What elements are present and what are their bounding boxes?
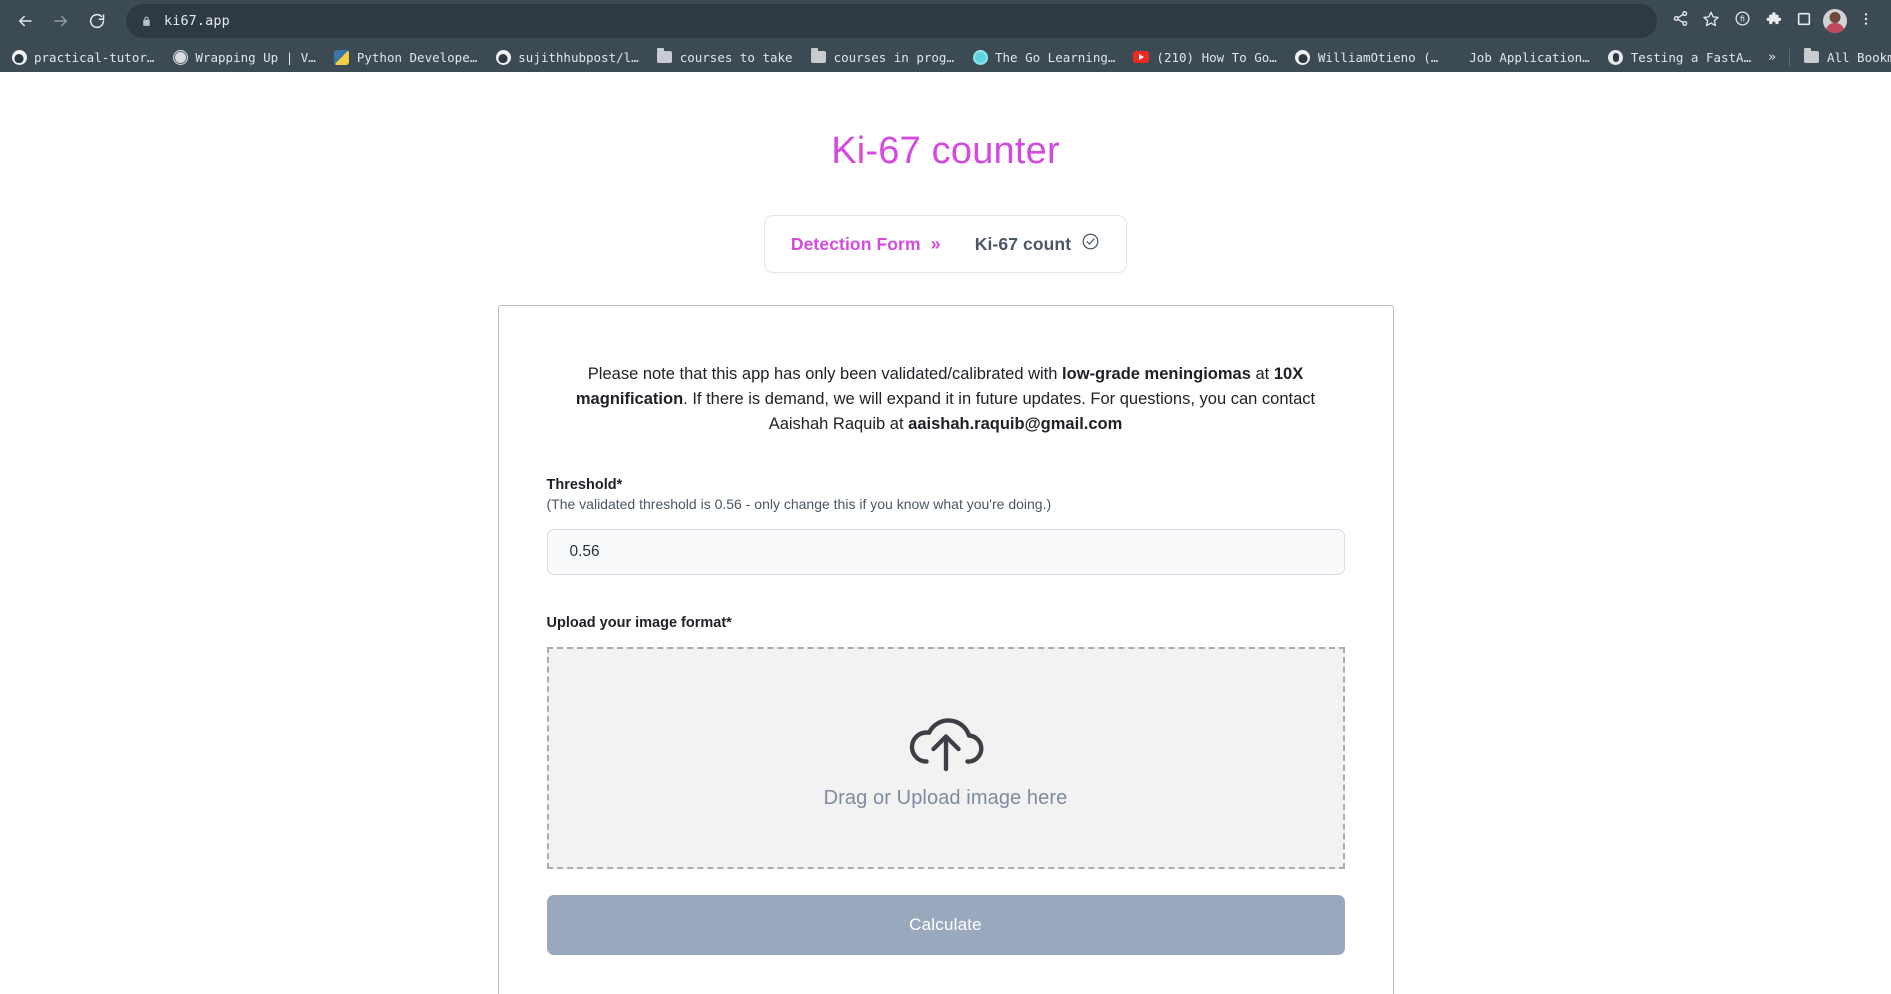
detection-form-card: Please note that this app has only been … (497, 305, 1394, 994)
profile-avatar-icon (1823, 9, 1847, 33)
forward-arrow-icon (52, 12, 70, 30)
tab-detection-form-label: Detection Form (790, 233, 921, 254)
lock-icon (140, 15, 153, 28)
bookmark-star-icon (1702, 10, 1720, 33)
dropzone-text: Drag or Upload image here (823, 787, 1068, 810)
chrome-menu-button[interactable] (1851, 6, 1881, 36)
tabs-container: Detection Form » Ki-67 count (0, 215, 1891, 273)
youtube-icon (1133, 49, 1150, 65)
browser-toolbar: ki67.app fi (0, 0, 1891, 42)
reload-icon (88, 12, 106, 30)
bookmark-item[interactable]: courses in prog… (802, 46, 963, 68)
go-icon (972, 49, 988, 65)
forward-button[interactable] (44, 4, 78, 38)
validation-notice: Please note that this app has only been … (566, 362, 1326, 437)
bookmark-item[interactable]: Job Application… (1447, 47, 1598, 68)
bookmark-item[interactable]: Python Develope… (325, 46, 486, 68)
browser-chrome: ki67.app fi practical-tutor… Wrapping Up… (0, 0, 1891, 72)
profile-button[interactable] (1820, 6, 1850, 36)
bookmark-label: Wrapping Up | V… (195, 49, 316, 65)
globe-icon (172, 49, 188, 65)
bookmark-label: Job Application… (1469, 49, 1590, 65)
bookmark-item[interactable]: practical-tutor… (2, 46, 163, 68)
all-bookmarks-label: All Bookmarks (1826, 49, 1891, 65)
bookmark-item[interactable]: courses to take (648, 46, 802, 68)
bookmark-item[interactable]: (210) How To Go… (1124, 46, 1285, 68)
bookmark-label: The Go Learning… (995, 49, 1116, 65)
notice-bold-3: aaishah.raquib@gmail.com (908, 415, 1123, 434)
address-bar[interactable]: ki67.app (126, 4, 1657, 38)
tab-detection-form[interactable]: Detection Form » (791, 234, 941, 255)
github-icon (11, 49, 27, 65)
extensions-puzzle-icon (1765, 10, 1782, 32)
all-bookmarks-button[interactable]: All Bookmarks (1795, 46, 1891, 68)
toolbar-actions: fi (1665, 6, 1883, 36)
bookmark-item[interactable]: Testing a FastA… (1599, 46, 1760, 68)
calculate-button[interactable]: Calculate (546, 895, 1345, 956)
extensions-button[interactable] (1758, 6, 1788, 36)
image-dropzone[interactable]: Drag or Upload image here (546, 647, 1345, 870)
bookmark-label: courses to take (679, 49, 793, 65)
tabs-pill: Detection Form » Ki-67 count (763, 215, 1128, 273)
threshold-hint: (The validated threshold is 0.56 - only … (546, 496, 1052, 513)
notice-part-1: Please note that this app has only been … (587, 365, 1063, 383)
folder-icon (657, 48, 673, 65)
bookmarks-bar: practical-tutor… Wrapping Up | V… Python… (0, 42, 1891, 72)
back-button[interactable] (8, 4, 42, 38)
bookmark-item[interactable]: sujithhubpost/l… (486, 46, 647, 68)
bookmark-label: (210) How To Go… (1156, 49, 1277, 65)
github-icon (495, 49, 511, 65)
side-panel-button[interactable] (1789, 6, 1819, 36)
tab-ki67-count-label: Ki-67 count (974, 233, 1072, 254)
bookmark-label: practical-tutor… (34, 49, 155, 65)
bookmark-button[interactable] (1696, 6, 1726, 36)
github-icon (1295, 49, 1311, 65)
page-content: Ki-67 counter Detection Form » Ki-67 cou… (0, 72, 1891, 994)
chrome-menu-icon (1858, 11, 1874, 32)
svg-text:fi: fi (1740, 15, 1745, 24)
double-chevron-right-icon: » (930, 234, 941, 254)
address-bar-url: ki67.app (164, 13, 230, 29)
cloud-upload-icon (903, 706, 989, 779)
reload-button[interactable] (80, 4, 114, 38)
bookmark-label: Testing a FastA… (1630, 49, 1752, 65)
bookmark-item[interactable]: Wrapping Up | V… (163, 46, 324, 68)
upload-label: Upload your image format* (546, 615, 732, 632)
threshold-input[interactable] (546, 529, 1345, 576)
folder-icon (1804, 48, 1820, 65)
bookmark-item[interactable]: WilliamOtieno (… (1286, 46, 1447, 68)
back-arrow-icon (16, 12, 34, 30)
side-panel-icon (1796, 11, 1812, 32)
bookmark-item[interactable]: The Go Learning… (963, 46, 1124, 68)
share-icon (1672, 10, 1689, 32)
check-circle-icon (1081, 232, 1100, 256)
notice-bold-1: low-grade meningiomas (1062, 365, 1251, 383)
bookmark-label: courses in prog… (833, 49, 954, 65)
info-badge-icon: fi (1734, 10, 1751, 32)
info-badge-button[interactable]: fi (1727, 6, 1757, 36)
tab-ki67-count[interactable]: Ki-67 count (975, 232, 1100, 256)
bookmark-label: sujithhubpost/l… (518, 49, 639, 65)
share-button[interactable] (1665, 6, 1695, 36)
bookmarks-overflow-button[interactable]: » (1760, 47, 1784, 68)
bookmark-label: Python Develope… (356, 49, 478, 65)
bookmark-label: WilliamOtieno (… (1317, 49, 1439, 65)
python-icon (334, 49, 350, 65)
folder-icon (811, 48, 827, 65)
threshold-label: Threshold* (546, 477, 623, 494)
fastapi-icon (1608, 49, 1624, 65)
bookmarks-divider (1788, 48, 1790, 66)
notice-part-2: at (1250, 365, 1274, 383)
page-title: Ki-67 counter (831, 130, 1060, 172)
